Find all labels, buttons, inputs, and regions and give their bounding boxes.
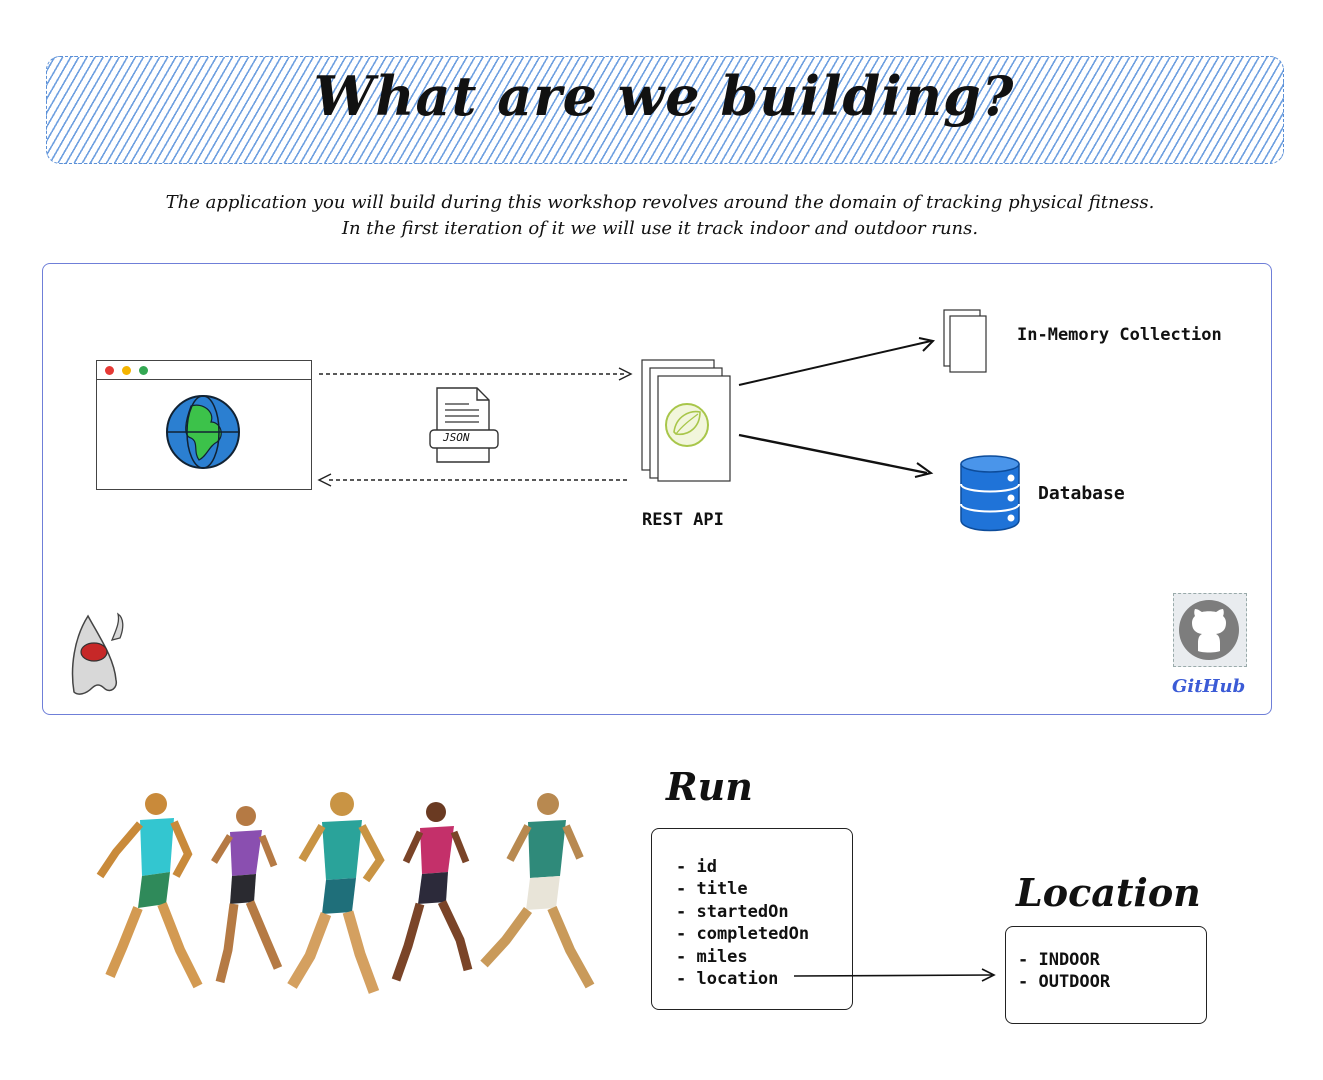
spring-leaf-icon bbox=[665, 403, 709, 447]
json-document-icon bbox=[429, 387, 499, 463]
storage-arrows bbox=[738, 337, 936, 478]
duke-mascot-icon bbox=[71, 612, 124, 695]
browser-titlebar bbox=[97, 361, 311, 380]
rest-api-label: REST API bbox=[642, 510, 724, 530]
run-field-title: - title bbox=[676, 879, 748, 900]
runner-1 bbox=[96, 793, 203, 989]
runner-4 bbox=[391, 802, 473, 982]
github-icon[interactable] bbox=[1176, 597, 1242, 663]
location-value-outdoor: - OUTDOOR bbox=[1018, 972, 1111, 993]
description-line-1: The application you will build during th… bbox=[165, 192, 1155, 213]
in-memory-collection-label: In-Memory Collection bbox=[1017, 325, 1222, 345]
runners-illustration bbox=[96, 792, 595, 994]
page-title: What are we building? bbox=[313, 64, 1015, 128]
json-label: JSON bbox=[443, 431, 470, 444]
run-field-startedon: - startedOn bbox=[676, 901, 789, 922]
globe-icon bbox=[166, 395, 240, 469]
runner-2 bbox=[211, 806, 283, 984]
location-relation-arrow bbox=[793, 968, 996, 982]
in-memory-collection-icon bbox=[943, 309, 987, 373]
location-value-indoor: - INDOOR bbox=[1018, 950, 1100, 970]
minimize-dot-icon bbox=[122, 366, 131, 375]
close-dot-icon bbox=[105, 366, 114, 375]
location-model-box: - INDOOR - OUTDOOR bbox=[1005, 926, 1207, 1024]
location-model-title: Location bbox=[1016, 870, 1201, 915]
maximize-dot-icon bbox=[139, 366, 148, 375]
run-model-title: Run bbox=[666, 764, 753, 809]
runner-5 bbox=[480, 793, 595, 989]
run-field-completedon: - completedOn bbox=[676, 924, 810, 945]
location-value-list: - INDOOR - OUTDOOR bbox=[1018, 949, 1110, 994]
database-icon bbox=[960, 455, 1020, 532]
description-line-2: In the first iteration of it we will use… bbox=[341, 218, 979, 239]
github-label[interactable]: GitHub bbox=[1172, 676, 1245, 697]
runner-3 bbox=[287, 792, 385, 994]
run-field-id: - id bbox=[676, 857, 717, 877]
database-label: Database bbox=[1038, 483, 1125, 504]
